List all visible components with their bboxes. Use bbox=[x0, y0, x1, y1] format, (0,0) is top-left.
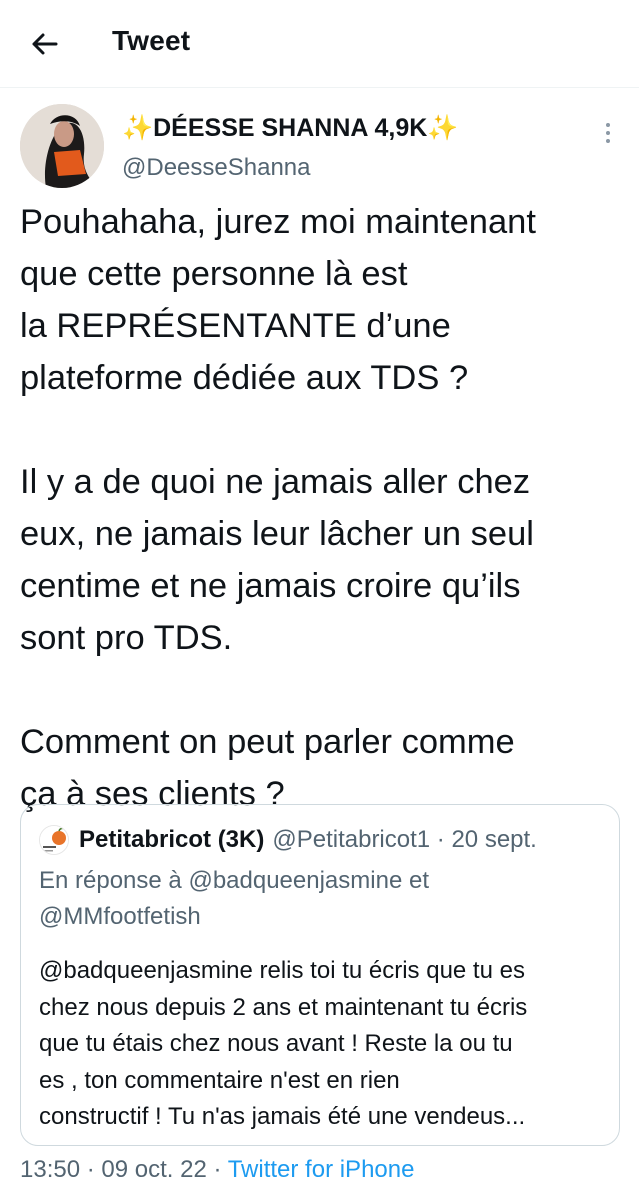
reply-mention[interactable]: @badqueenjasmine bbox=[188, 867, 402, 894]
tweet-paragraph: Pouhahaha, jurez moi maintenant que cett… bbox=[20, 203, 536, 397]
author-display-name[interactable]: ✨DÉESSE SHANNA 4,9K✨ bbox=[122, 114, 458, 143]
top-bar: Tweet bbox=[0, 0, 639, 88]
time-date[interactable]: 13:50 · 09 oct. 22 · bbox=[20, 1156, 221, 1183]
quoted-author-name: Petitabricot (3K) bbox=[79, 826, 265, 853]
more-dot bbox=[606, 139, 610, 143]
author-avatar[interactable] bbox=[20, 104, 104, 188]
more-options-button[interactable] bbox=[596, 118, 620, 148]
tweet-paragraph: Il y a de quoi ne jamais aller chez eux,… bbox=[20, 463, 534, 657]
tweet-timestamp: 13:50 · 09 oct. 22 · Twitter for iPhone bbox=[20, 1156, 414, 1184]
quoted-author-avatar[interactable] bbox=[39, 825, 69, 855]
quoted-tweet-text: @badqueenjasmine relis toi tu écris que … bbox=[39, 957, 528, 1130]
arrow-left-icon bbox=[32, 33, 58, 55]
quoted-tweet-card[interactable]: Petitabricot (3K) @Petitabricot1 · 20 se… bbox=[20, 804, 620, 1146]
quoted-tweet-header: Petitabricot (3K) @Petitabricot1 · 20 se… bbox=[39, 823, 537, 857]
reply-context: En réponse à @badqueenjasmine et @MMfoot… bbox=[39, 863, 599, 935]
avatar-image bbox=[20, 104, 104, 188]
page-title: Tweet bbox=[112, 25, 191, 56]
reply-prefix: En réponse à bbox=[39, 867, 182, 894]
reply-and: et bbox=[408, 867, 429, 894]
tweet-source-link[interactable]: Twitter for iPhone bbox=[228, 1156, 415, 1183]
tweet-text: Pouhahaha, jurez moi maintenant que cett… bbox=[20, 196, 625, 820]
reply-mention[interactable]: @MMfootfetish bbox=[39, 903, 201, 930]
more-dots-icon bbox=[606, 123, 610, 127]
apricot-logo-icon bbox=[40, 826, 68, 854]
author-handle[interactable]: @DeesseShanna bbox=[122, 154, 310, 182]
quoted-author-handle-time: @Petitabricot1 · 20 sept. bbox=[272, 826, 537, 853]
more-dot bbox=[606, 131, 610, 135]
back-button[interactable] bbox=[22, 24, 66, 64]
